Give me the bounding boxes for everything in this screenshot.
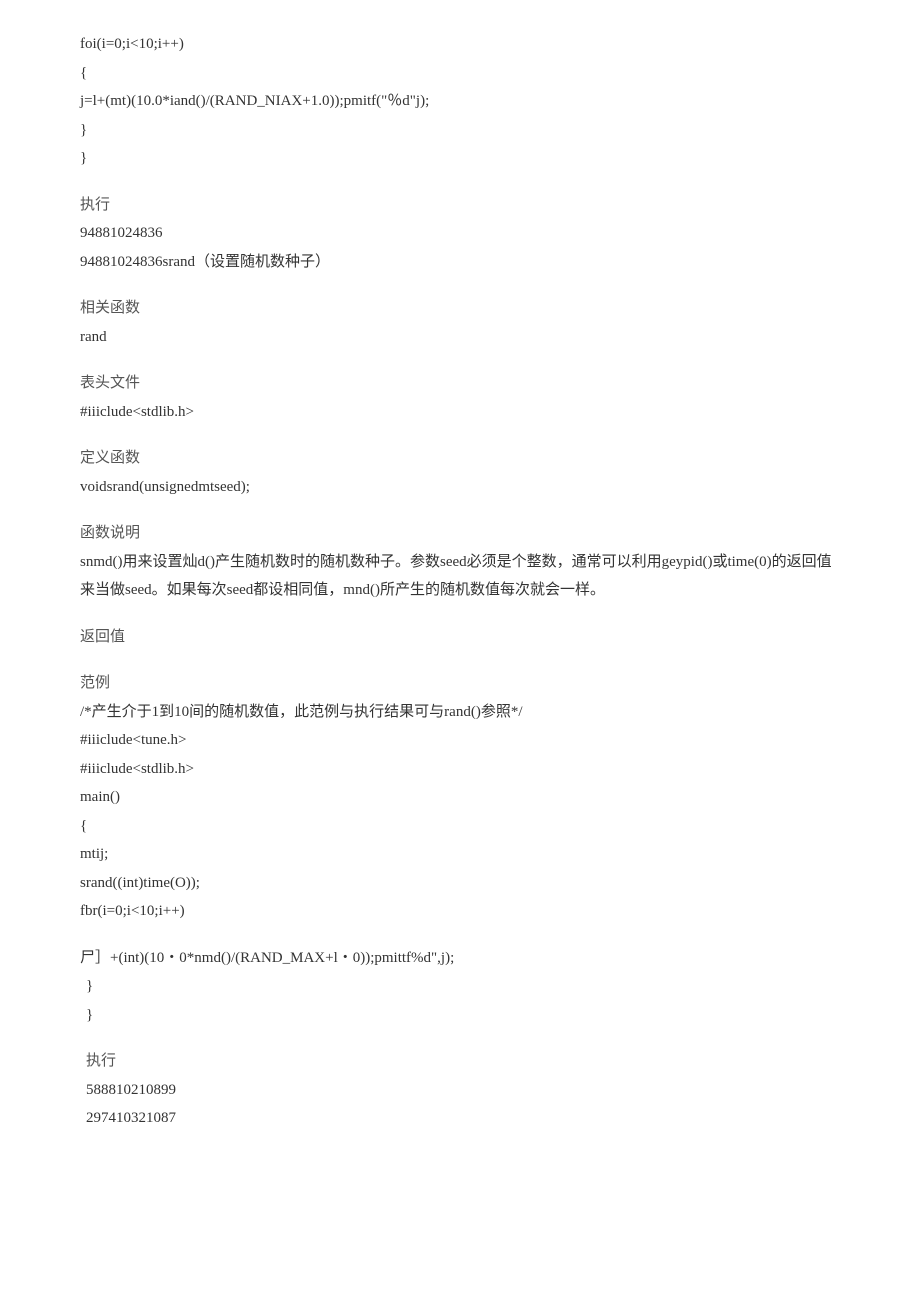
- code-line: #iiiclude<tune.h>: [80, 726, 840, 755]
- section-return-value: 返回值: [80, 623, 840, 652]
- section-func-desc: 函数说明 snmd()用来设置灿d()产生随机数时的随机数种子。参数seed必须…: [80, 519, 840, 605]
- code-line: fbr(i=0;i<10;i++): [80, 897, 840, 926]
- code-line: 尸］+(int)(10・0*nmd()/(RAND_MAX+l・0));pmit…: [80, 944, 840, 973]
- content-line: voidsrand(unsignedmtseed);: [80, 473, 840, 502]
- section-header: 定义函数: [80, 444, 840, 473]
- output-line: 588810210899: [86, 1076, 840, 1105]
- section-header: 执行: [86, 1047, 840, 1076]
- section-header: 函数说明: [80, 519, 840, 548]
- section-execute-2: 执行 588810210899 297410321087: [80, 1047, 840, 1133]
- output-line: 94881024836srand（设置随机数种子）: [80, 248, 840, 277]
- code-block-1: foi(i=0;i<10;i++) { j=l+(mt)(10.0*iand()…: [80, 30, 840, 173]
- output-line: 94881024836: [80, 219, 840, 248]
- section-example: 范例 /*产生介于1到10间的随机数值，此范例与执行结果可与rand()参照*/…: [80, 669, 840, 926]
- code-line: {: [80, 59, 840, 88]
- section-header: 返回值: [80, 623, 840, 652]
- section-execute-1: 执行 94881024836 94881024836srand（设置随机数种子）: [80, 191, 840, 277]
- code-line: /*产生介于1到10间的随机数值，此范例与执行结果可与rand()参照*/: [80, 698, 840, 727]
- code-block-2: 尸］+(int)(10・0*nmd()/(RAND_MAX+l・0));pmit…: [80, 944, 840, 1030]
- section-define-func: 定义函数 voidsrand(unsignedmtseed);: [80, 444, 840, 501]
- content-line: rand: [80, 323, 840, 352]
- code-line: foi(i=0;i<10;i++): [80, 30, 840, 59]
- section-header: 范例: [80, 669, 840, 698]
- section-header: 执行: [80, 191, 840, 220]
- code-line: }: [80, 116, 840, 145]
- code-line: mtij;: [80, 840, 840, 869]
- content-line: snmd()用来设置灿d()产生随机数时的随机数种子。参数seed必须是个整数，…: [80, 548, 840, 605]
- section-header-file: 表头文件 #iiiclude<stdlib.h>: [80, 369, 840, 426]
- code-line: }: [80, 144, 840, 173]
- code-line: }: [80, 972, 840, 1001]
- code-line: #iiiclude<stdlib.h>: [80, 755, 840, 784]
- code-line: {: [80, 812, 840, 841]
- content-line: #iiiclude<stdlib.h>: [80, 398, 840, 427]
- section-header: 表头文件: [80, 369, 840, 398]
- code-line: srand((int)time(O));: [80, 869, 840, 898]
- output-line: 297410321087: [86, 1104, 840, 1133]
- code-line: main(): [80, 783, 840, 812]
- section-related-func: 相关函数 rand: [80, 294, 840, 351]
- code-line: }: [80, 1001, 840, 1030]
- code-line: j=l+(mt)(10.0*iand()/(RAND_NIAX+1.0));pm…: [80, 87, 840, 116]
- section-header: 相关函数: [80, 294, 840, 323]
